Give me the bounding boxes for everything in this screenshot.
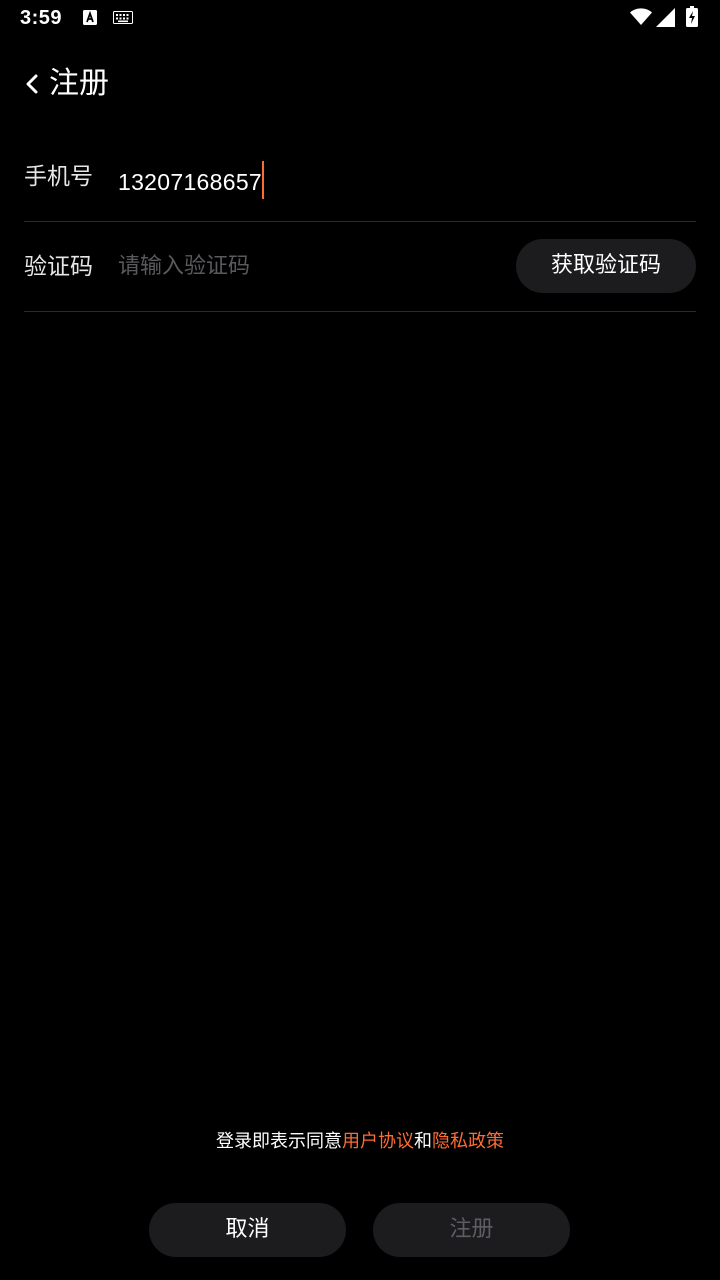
keyboard-icon (113, 11, 133, 24)
page-title: 注册 (49, 66, 109, 101)
status-time: 3:59 (20, 7, 63, 29)
battery-charging-icon (686, 6, 698, 27)
text-cursor (262, 161, 265, 199)
code-row: 验证码 请输入验证码 获取验证码 (24, 222, 696, 312)
phone-row: 手机号 13207168657 (24, 132, 696, 222)
phone-input-value: 13207168657 (118, 169, 263, 195)
phone-input[interactable]: 13207168657 (118, 161, 265, 199)
get-code-button[interactable]: 获取验证码 (516, 239, 696, 293)
wifi-icon (630, 8, 652, 25)
signal-icon (656, 8, 675, 27)
agreement-text: 登录即表示同意用户协议和隐私政策 (0, 1128, 720, 1156)
chevron-left-icon (26, 74, 38, 94)
code-input[interactable]: 请输入验证码 (118, 251, 250, 283)
a-icon (83, 10, 97, 25)
back-button[interactable] (12, 64, 52, 104)
code-label: 验证码 (24, 254, 93, 280)
register-button[interactable]: 注册 (373, 1203, 570, 1257)
agreement-conjunction: 和 (414, 1131, 432, 1152)
cancel-button[interactable]: 取消 (149, 1203, 346, 1257)
user-agreement-link[interactable]: 用户协议 (342, 1131, 414, 1152)
phone-label: 手机号 (24, 164, 93, 190)
status-bar: 3:59 (0, 0, 720, 36)
privacy-policy-link[interactable]: 隐私政策 (432, 1131, 504, 1152)
agreement-prefix: 登录即表示同意 (216, 1131, 342, 1152)
